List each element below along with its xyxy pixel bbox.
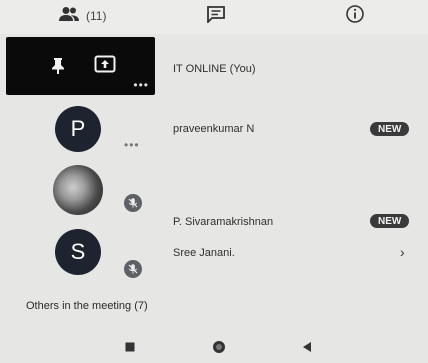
avatar — [53, 165, 103, 215]
avatar-initial: P — [70, 116, 86, 141]
tab-people[interactable]: (11) — [58, 4, 106, 28]
tab-info[interactable] — [345, 4, 365, 28]
tab-chat[interactable] — [206, 4, 226, 28]
chat-icon — [206, 5, 226, 28]
participant-list: ••• IT ONLINE (You) P ••• praveenkumar N… — [0, 34, 428, 330]
new-badge: NEW — [370, 122, 410, 136]
participant-name: IT ONLINE (You) — [173, 63, 256, 75]
participant-name: praveenkumar N — [173, 123, 255, 135]
participant-row[interactable]: S Sree Janani. › — [0, 226, 428, 288]
more-options-icon[interactable]: ••• — [124, 138, 140, 152]
present-screen-icon[interactable] — [94, 55, 116, 78]
mic-off-icon — [124, 194, 142, 212]
participant-row[interactable]: P ••• praveenkumar N NEW — [0, 98, 428, 160]
others-in-meeting-header[interactable]: Others in the meeting (7) — [26, 300, 148, 312]
self-video-tile: ••• — [6, 37, 155, 95]
tab-bar: (11) — [0, 0, 428, 34]
participant-row-self[interactable]: ••• IT ONLINE (You) — [0, 34, 428, 96]
back-icon[interactable] — [300, 340, 314, 359]
avatar: P — [55, 106, 101, 152]
people-icon — [58, 6, 80, 27]
chevron-right-icon[interactable]: › — [400, 244, 405, 260]
home-icon[interactable] — [210, 340, 228, 359]
pin-icon[interactable] — [50, 57, 66, 80]
participant-row[interactable]: P. Sivaramakrishnan NEW — [0, 162, 428, 228]
avatar-initial: S — [70, 239, 86, 264]
mic-off-icon — [124, 260, 142, 278]
participant-name: Sree Janani. — [173, 247, 235, 259]
more-options-icon[interactable]: ••• — [133, 79, 149, 91]
recents-icon[interactable] — [124, 340, 136, 358]
system-nav-bar — [0, 330, 428, 363]
avatar: S — [55, 229, 101, 275]
participant-count: (11) — [86, 9, 107, 23]
info-icon — [345, 4, 365, 29]
